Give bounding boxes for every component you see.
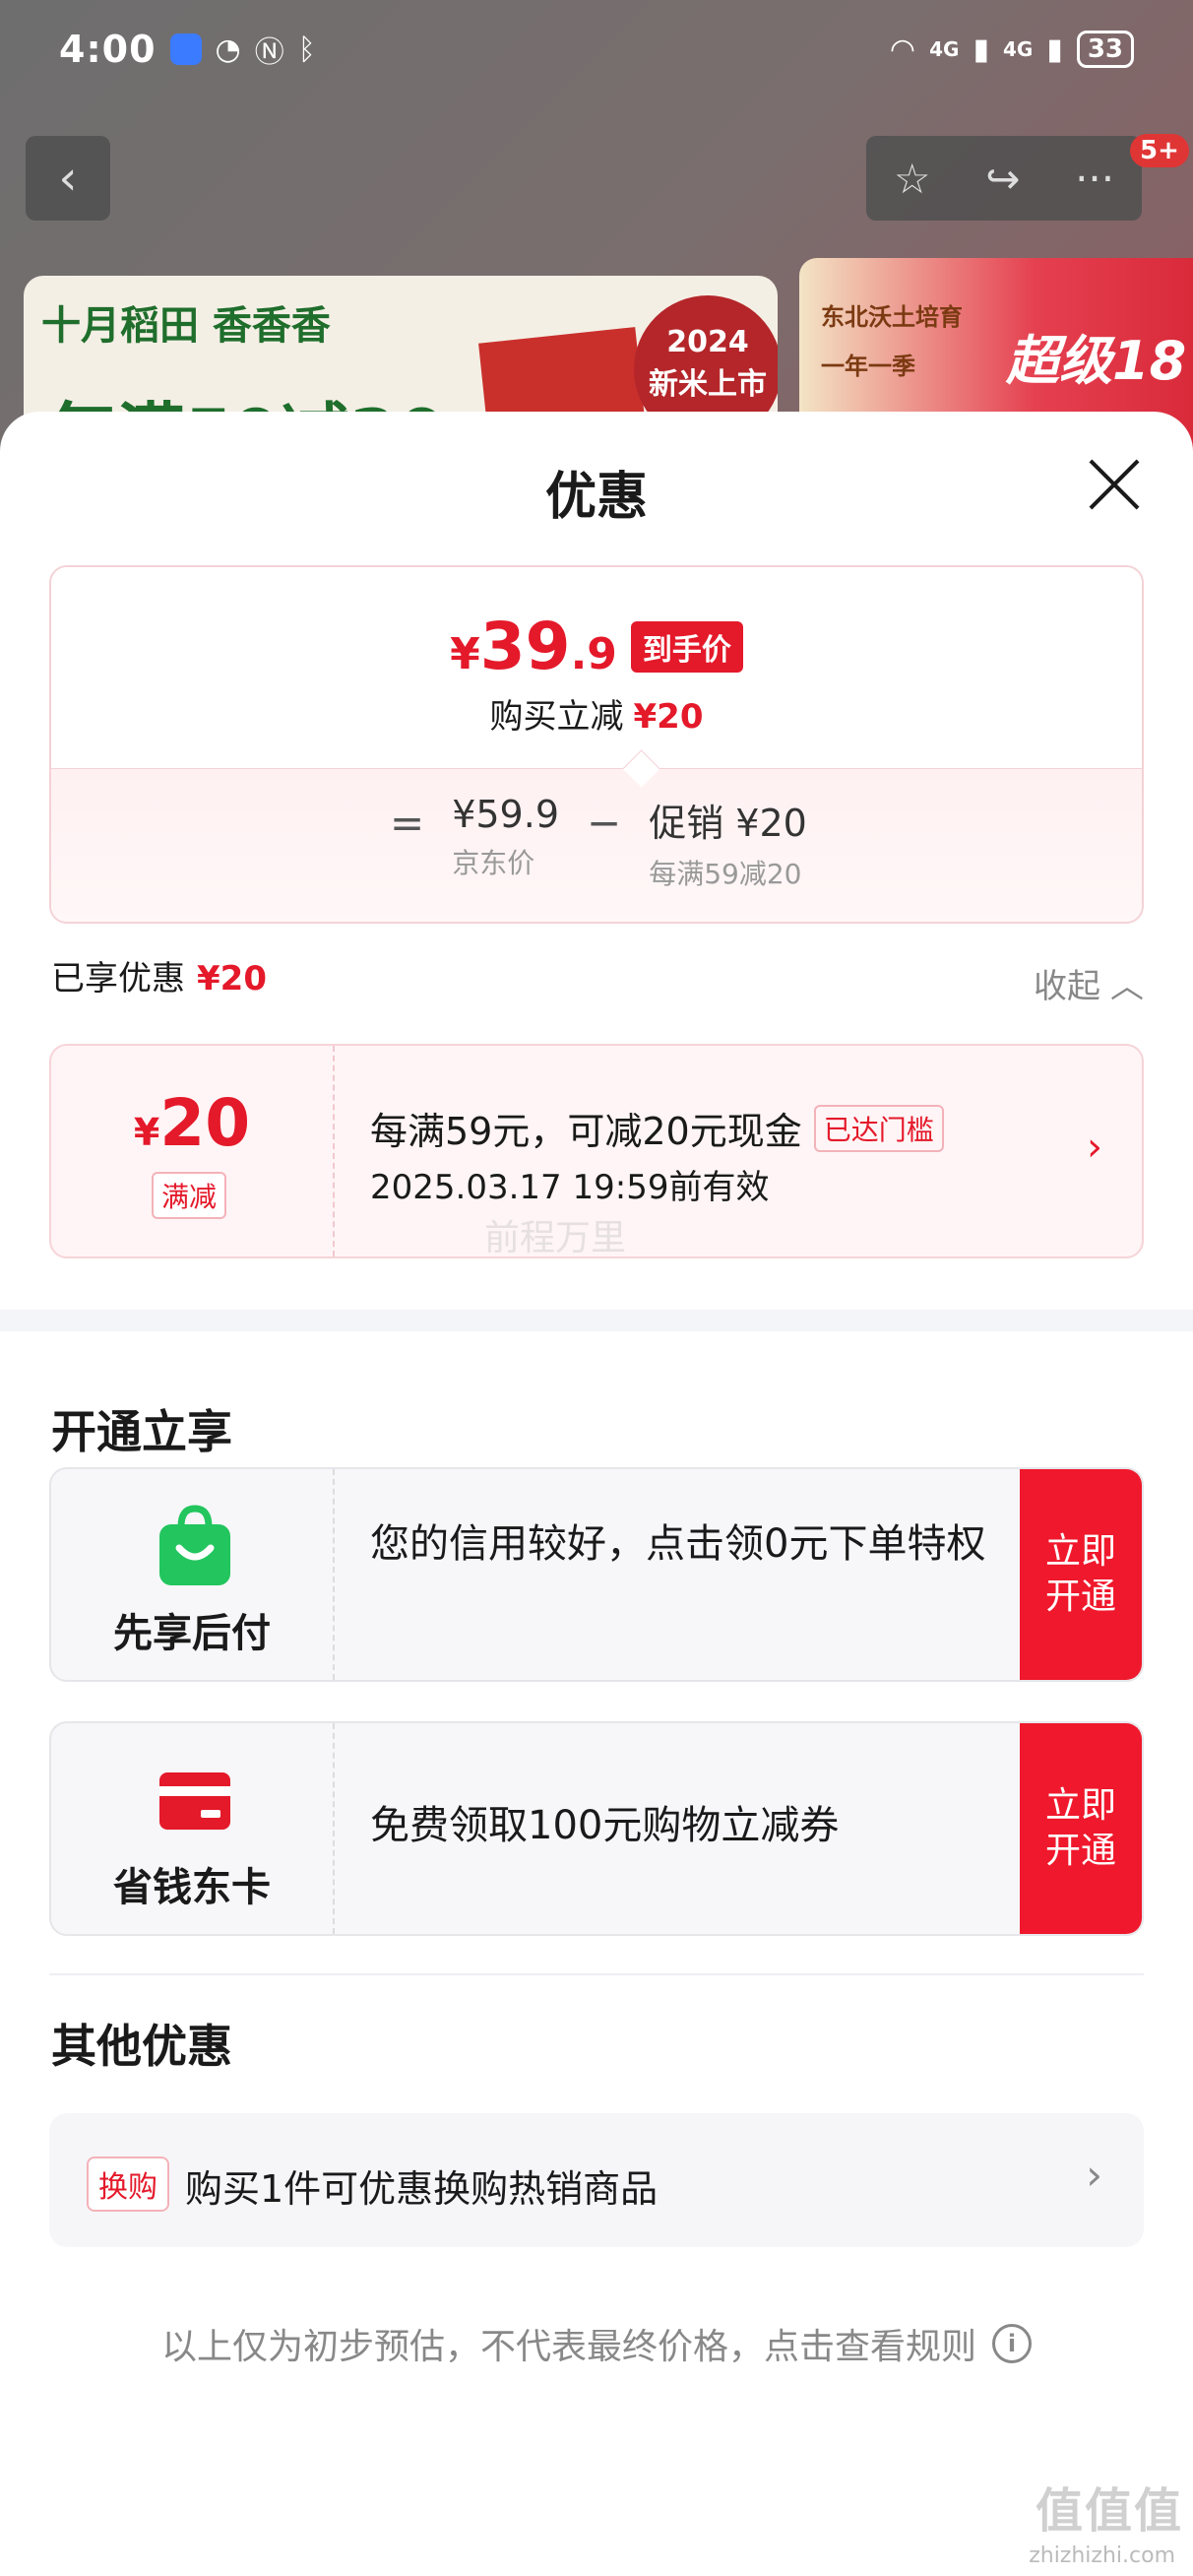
reduce-label: 购买立减 [489, 697, 624, 737]
coupon-amount: ¥20 [51, 1085, 333, 1161]
shopping-bag-icon [159, 1505, 230, 1585]
chevron-right-icon: › [1086, 2151, 1102, 2199]
coupon-value-area: ¥20 满减 [51, 1046, 335, 1256]
trade-in-row[interactable]: 换购 购买1件可优惠换购热销商品 › [49, 2113, 1144, 2247]
rules-disclaimer[interactable]: 以上仅为初步预估，不代表最终价格，点击查看规则 i [0, 2318, 1193, 2369]
pay-later-open-button[interactable]: 立即开通 [1020, 1469, 1142, 1680]
corner-watermark-domain: zhizhizhi.com [1029, 2544, 1175, 2568]
savings-card-open-button[interactable]: 立即开通 [1020, 1723, 1142, 1934]
pay-later-text: 您的信用较好，点击领0元下单特权 [370, 1521, 986, 1567]
close-icon[interactable] [1087, 457, 1142, 512]
enjoyed-label: 已享优惠 [51, 959, 185, 998]
minus-sign: − [587, 799, 622, 847]
app-notification-icon [169, 33, 202, 65]
back-button[interactable]: ‹ [26, 136, 110, 221]
price-integer: 39 [479, 609, 571, 684]
card-icon [159, 1772, 230, 1830]
bluetooth-icon: ᛒ [297, 32, 316, 67]
promo-value: 促销 ¥20 [649, 802, 807, 845]
banner-title: 超级18 [1006, 330, 1187, 392]
banner-line-1: 东北沃土培育 [821, 303, 963, 331]
pay-later-name: 先享后付 [113, 1611, 271, 1656]
reduce-value: ¥20 [633, 697, 704, 737]
trade-in-badge: 换购 [87, 2157, 169, 2212]
sheet-title: 优惠 [544, 468, 648, 527]
coupon-desc-text: 每满59元，可减20元现金 [370, 1110, 802, 1153]
equals-sign: = [390, 799, 425, 847]
enjoyed-discount: 已享优惠 ¥20 [51, 951, 267, 999]
wifi-icon: ◠ [889, 32, 916, 67]
speed-icon: ◔ [215, 32, 241, 67]
coupon-status-badge: 已达门槛 [813, 1104, 944, 1152]
signal-icon: ▮ [1046, 32, 1063, 67]
status-time: 4:00 [59, 28, 157, 71]
savings-card[interactable]: 省钱东卡 免费领取100元购物立减券 立即开通 [49, 1721, 1144, 1936]
network-label-2: 4G [1002, 37, 1034, 61]
corner-watermark-logo: 值值值 [1035, 2483, 1183, 2539]
chevron-left-icon: ‹ [58, 151, 78, 206]
coupon-number: 20 [159, 1085, 251, 1161]
instant-reduction: 购买立减 ¥20 [51, 689, 1142, 738]
collapse-label: 收起 [1034, 967, 1100, 1006]
pay-later-card[interactable]: 先享后付 您的信用较好，点击领0元下单特权 立即开通 [49, 1467, 1144, 1682]
final-price-tag: 到手价 [630, 621, 743, 673]
coupon-description: 每满59元，可减20元现金 已达门槛 [370, 1101, 944, 1155]
price-decimal: .9 [570, 629, 617, 679]
nfc-icon: Ⓝ [254, 35, 284, 70]
network-label-1: 4G [929, 37, 960, 61]
currency-symbol: ¥ [450, 629, 480, 679]
divider [49, 1973, 1144, 1975]
enjoyed-value: ¥20 [197, 959, 267, 998]
badge-year: 2024 [666, 325, 749, 359]
watermark-text: 前程万里 [484, 1218, 627, 1258]
share-icon[interactable]: ↪ [985, 155, 1020, 203]
star-icon[interactable]: ☆ [894, 155, 931, 203]
chevron-right-icon: › [1087, 1125, 1102, 1170]
top-actions: ☆ ↪ ··· [866, 136, 1142, 221]
final-price: ¥39.9 [450, 609, 617, 684]
battery-indicator: 33 [1076, 31, 1134, 68]
other-section-title: 其他优惠 [51, 2020, 232, 2073]
open-section-title: 开通立享 [51, 1405, 232, 1458]
price-calculation: = ¥59.9 京东价 − 促销 ¥20 每满59减20 [390, 793, 807, 892]
info-icon: i [992, 2324, 1032, 2363]
banner-line-2: 一年一季 [821, 353, 915, 380]
promo-label: 每满59减20 [649, 858, 802, 890]
brand-name: 十月稻田 香香香 [41, 303, 331, 349]
jd-price-label: 京东价 [452, 847, 535, 879]
collapse-toggle[interactable]: 收起 ︿ [1034, 959, 1144, 1007]
trade-in-text: 购买1件可优惠换购热销商品 [185, 2167, 659, 2211]
status-bar: 4:00 ◔ Ⓝ ᛒ ◠ 4G ▮ 4G ▮ 33 [59, 22, 1134, 77]
section-divider [0, 1310, 1193, 1331]
savings-card-name: 省钱东卡 [113, 1865, 271, 1910]
savings-card-text: 免费领取100元购物立减券 [370, 1803, 840, 1848]
price-card: ¥39.9 到手价 购买立减 ¥20 = ¥59.9 京东价 − 促销 ¥20 每… [49, 565, 1144, 924]
coupon-validity: 2025.03.17 19:59前有效 [370, 1168, 770, 1207]
disclaimer-text: 以上仅为初步预估，不代表最终价格，点击查看规则 [160, 2327, 976, 2367]
chevron-up-icon: ︿ [1110, 967, 1144, 1006]
signal-icon: ▮ [973, 32, 989, 67]
message-count-badge: 5+ [1130, 134, 1189, 167]
jd-price: ¥59.9 [452, 793, 559, 836]
more-icon[interactable]: ··· [1075, 155, 1114, 203]
coupon-type-badge: 满减 [152, 1172, 227, 1219]
badge-text: 新米上市 [649, 367, 767, 402]
coupon-currency: ¥ [133, 1111, 160, 1154]
discount-sheet: 优惠 ¥39.9 到手价 购买立减 ¥20 = ¥59.9 京东价 − 促销 ¥… [0, 412, 1193, 2576]
